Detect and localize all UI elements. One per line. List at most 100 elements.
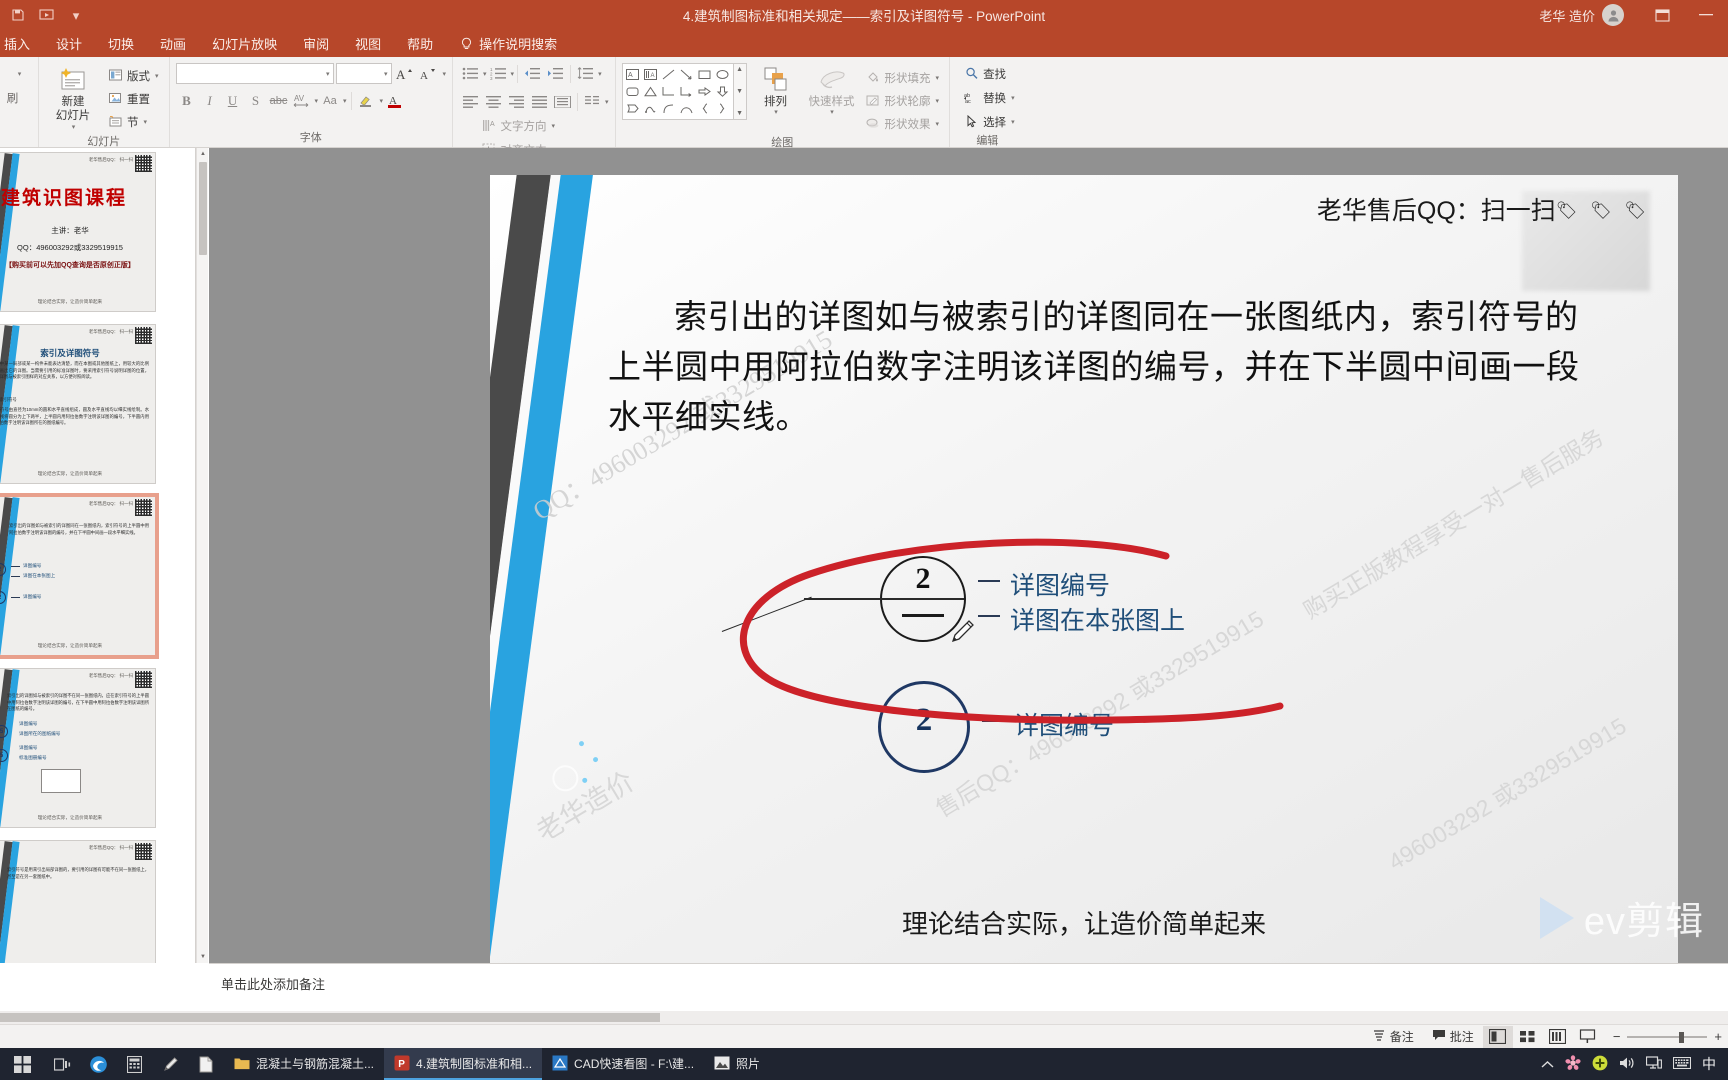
- zoom-in-button[interactable]: +: [1714, 1029, 1722, 1044]
- user-name[interactable]: 老华 造价: [1539, 6, 1595, 25]
- shapes-gallery[interactable]: A A: [621, 63, 734, 120]
- zoom-control[interactable]: − +: [1603, 1029, 1722, 1044]
- select-button[interactable]: 选择 ▾: [960, 111, 1019, 132]
- text-highlight-button[interactable]: [356, 90, 378, 111]
- tab-design[interactable]: 设计: [43, 30, 95, 57]
- tab-help[interactable]: 帮助: [394, 30, 446, 57]
- tab-insert[interactable]: 插入: [0, 30, 43, 57]
- customize-qat-icon[interactable]: ▾: [66, 5, 86, 25]
- right-brace-shape-icon[interactable]: [716, 103, 729, 114]
- arrow-shape-icon[interactable]: [680, 69, 693, 80]
- scroll-up-icon[interactable]: ▲: [197, 148, 209, 160]
- change-case-button[interactable]: Aa: [319, 90, 341, 111]
- tab-slideshow[interactable]: 幻灯片放映: [199, 30, 290, 57]
- snip-tool-icon[interactable]: [152, 1048, 188, 1080]
- numbering-button[interactable]: 123: [487, 63, 510, 84]
- slide-thumbnail-pane[interactable]: 老华售后QQ： 扫一扫 建筑识图课程 主讲：老华 QQ：496003292或33…: [0, 148, 196, 963]
- underline-button[interactable]: U: [222, 90, 244, 111]
- slide-thumbnail-2[interactable]: 老华售后QQ： 扫一扫 索引及详图符号 图样中某一局部或某一构件未能表达清楚，而…: [0, 324, 156, 484]
- tell-me-search[interactable]: 操作说明搜索: [446, 30, 570, 57]
- arrange-button[interactable]: 排列 ▾: [750, 63, 802, 118]
- character-spacing-button[interactable]: AV: [291, 90, 313, 111]
- reset-button[interactable]: 重置: [104, 88, 163, 109]
- rounded-rectangle-shape-icon[interactable]: [626, 86, 639, 97]
- down-arrow-shape-icon[interactable]: [716, 86, 729, 97]
- decrease-font-size-button[interactable]: A: [418, 63, 440, 84]
- taskbar-item-powerpoint[interactable]: P 4.建筑制图标准和相...: [384, 1048, 543, 1080]
- thumbnail-item[interactable]: 老华售后QQ： 扫一扫 索引出的详图如与被索引的详图不在同一张图纸内，应在索引符…: [0, 668, 179, 828]
- thumbnail-scrollbar-thumb[interactable]: [199, 162, 207, 255]
- align-left-button[interactable]: [459, 91, 482, 112]
- slide-thumbnail-3[interactable]: 老华售后QQ： 扫一扫 索引出的详图如与被索引的详图同在一张图纸内，索引符号的上…: [0, 493, 159, 659]
- text-shadow-button[interactable]: S: [245, 90, 267, 111]
- horizontal-scrollbar-thumb[interactable]: [0, 1013, 660, 1022]
- reading-view-button[interactable]: [1543, 1026, 1573, 1048]
- line-spacing-button[interactable]: [574, 63, 597, 84]
- font-name-input[interactable]: ▾: [175, 63, 334, 84]
- justify-button[interactable]: [528, 91, 551, 112]
- shape-effects-button[interactable]: 形状效果 ▾: [862, 113, 944, 134]
- normal-view-button[interactable]: [1482, 1025, 1513, 1048]
- triangle-shape-icon[interactable]: [644, 86, 657, 97]
- section-button[interactable]: 节 ▾: [104, 111, 163, 132]
- ellipse-shape-icon[interactable]: [716, 69, 729, 80]
- freeform-shape-icon[interactable]: [644, 103, 657, 114]
- increase-font-size-button[interactable]: A: [394, 63, 416, 84]
- slideshow-button[interactable]: [1573, 1026, 1603, 1048]
- bullets-button[interactable]: [459, 63, 482, 84]
- gallery-more-icon[interactable]: ▼: [736, 110, 743, 117]
- ribbon-display-options-icon[interactable]: [1640, 0, 1684, 30]
- pentagon-shape-icon[interactable]: [626, 103, 639, 114]
- zoom-slider-handle[interactable]: [1679, 1031, 1685, 1043]
- line-shape-icon[interactable]: [662, 69, 675, 80]
- calculator-icon[interactable]: [116, 1048, 152, 1080]
- arc-shape-icon[interactable]: [680, 103, 693, 114]
- notes-button[interactable]: 备注: [1363, 1025, 1423, 1049]
- network-icon[interactable]: [1645, 1055, 1662, 1073]
- slide-editing-area[interactable]: QQ：496003292 或3329519915 老华造价 售后QQ：49600…: [209, 148, 1728, 963]
- bold-button[interactable]: B: [176, 90, 198, 111]
- notepad-icon[interactable]: [188, 1048, 224, 1080]
- elbow-connector-icon[interactable]: [662, 86, 675, 97]
- comments-button[interactable]: 批注: [1423, 1025, 1483, 1049]
- format-painter-button[interactable]: ▾: [7, 63, 26, 84]
- save-icon[interactable]: [8, 5, 28, 25]
- new-slide-button[interactable]: 新建 幻灯片 ▾: [45, 63, 101, 133]
- taskbar-item-photos[interactable]: 照片: [704, 1048, 770, 1080]
- shape-fill-button[interactable]: 形状填充 ▾: [862, 67, 944, 88]
- strikethrough-button[interactable]: abc: [268, 90, 290, 111]
- update-icon[interactable]: [1592, 1055, 1608, 1074]
- align-center-button[interactable]: [482, 91, 505, 112]
- align-right-button[interactable]: [505, 91, 528, 112]
- layout-button[interactable]: 版式 ▾: [104, 65, 163, 86]
- thumbnail-scrollbar[interactable]: ▲ ▼: [196, 148, 208, 963]
- tab-view[interactable]: 视图: [342, 30, 394, 57]
- tab-animations[interactable]: 动画: [147, 30, 199, 57]
- minimize-icon[interactable]: [1684, 0, 1728, 30]
- edge-browser-icon[interactable]: [80, 1048, 116, 1080]
- scroll-down-icon[interactable]: ▼: [736, 88, 743, 95]
- zoom-out-button[interactable]: −: [1613, 1029, 1621, 1044]
- italic-button[interactable]: I: [199, 90, 221, 111]
- increase-indent-button[interactable]: [544, 63, 567, 84]
- curve-shape-icon[interactable]: [662, 103, 675, 114]
- slide-thumbnail-4[interactable]: 老华售后QQ： 扫一扫 索引出的详图如与被索引的详图不在同一张图纸内，应在索引符…: [0, 668, 156, 828]
- find-button[interactable]: 查找: [960, 63, 1010, 84]
- show-hidden-icons-icon[interactable]: [1541, 1057, 1554, 1072]
- keyboard-icon[interactable]: [1672, 1056, 1692, 1072]
- elbow-arrow-connector-icon[interactable]: [680, 86, 693, 97]
- thumbnail-item[interactable]: 老华售后QQ： 扫一扫 索引符号是用来引出局部详图的，要引用的详图有可能不在同一…: [0, 840, 179, 963]
- shape-outline-button[interactable]: 形状轮廓 ▾: [862, 90, 944, 111]
- decrease-indent-button[interactable]: [521, 63, 544, 84]
- quick-styles-button[interactable]: 快速样式 ▾: [805, 63, 859, 118]
- scroll-down-icon[interactable]: ▼: [197, 951, 209, 963]
- distribute-button[interactable]: [551, 91, 574, 112]
- vertical-textbox-shape-icon[interactable]: A: [644, 69, 658, 80]
- thumbnail-item[interactable]: 老华售后QQ： 扫一扫 索引及详图符号 图样中某一局部或某一构件未能表达清楚，而…: [0, 324, 179, 484]
- start-button[interactable]: [0, 1048, 44, 1080]
- shapes-gallery-scroll[interactable]: ▲ ▼ ▼: [733, 63, 747, 120]
- volume-icon[interactable]: [1619, 1056, 1635, 1073]
- task-view-icon[interactable]: [44, 1048, 80, 1080]
- left-brace-shape-icon[interactable]: [698, 103, 711, 114]
- zoom-slider[interactable]: [1627, 1031, 1708, 1043]
